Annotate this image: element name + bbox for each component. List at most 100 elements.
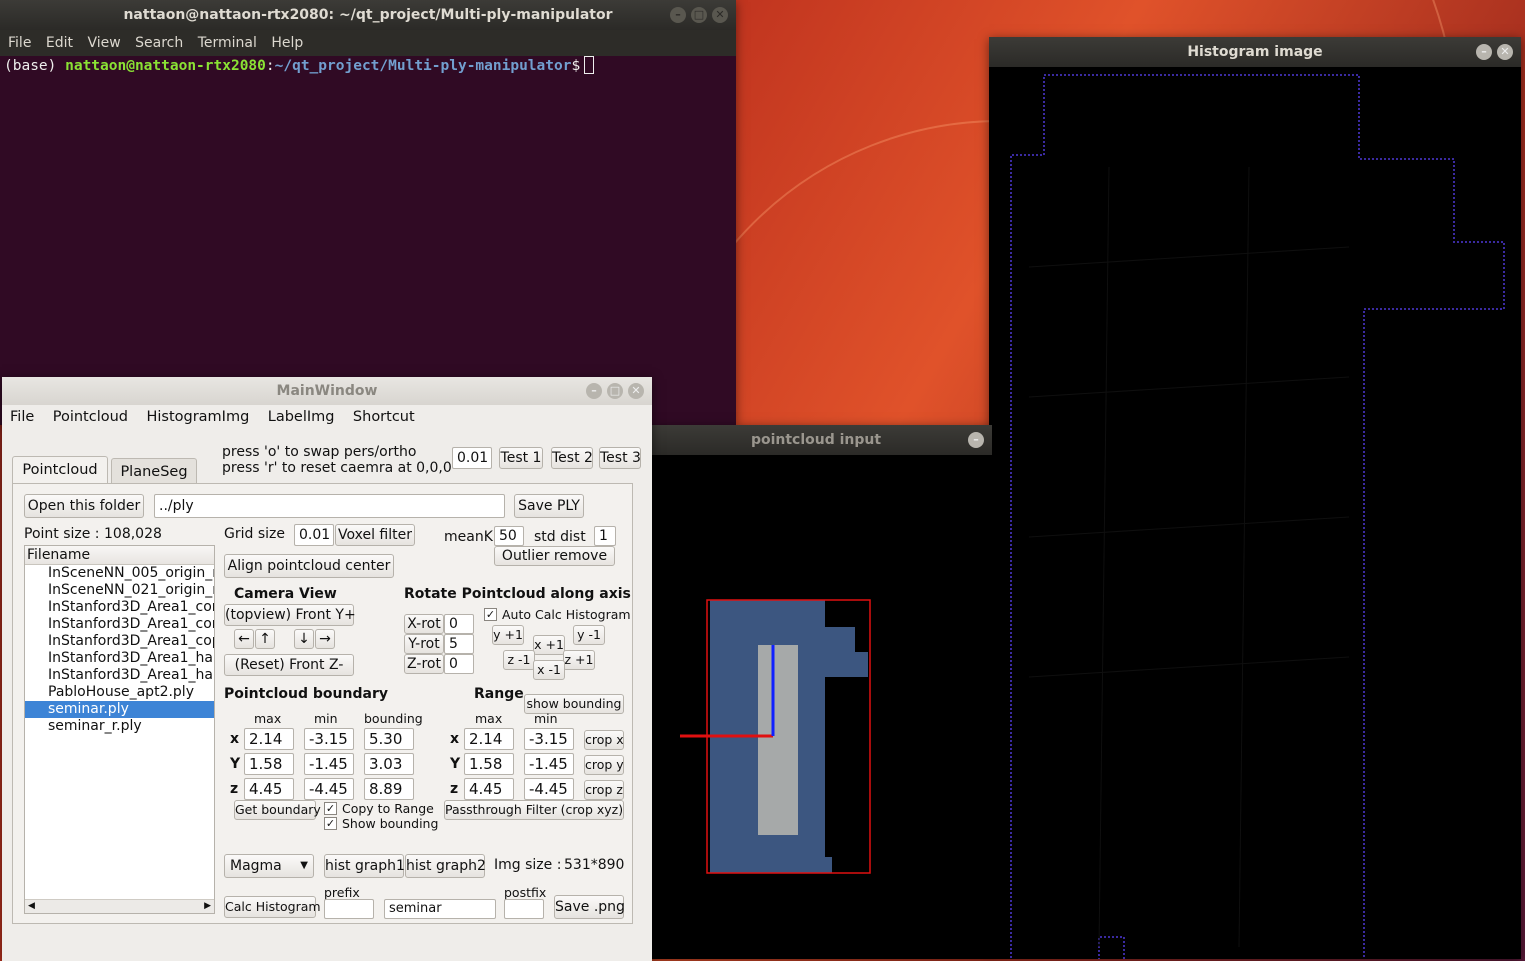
minimize-icon[interactable]: – [968,432,984,448]
minimize-icon[interactable]: – [586,383,602,399]
save-png-button[interactable]: Save .png [554,895,625,919]
close-icon[interactable]: ✕ [1497,44,1513,60]
passthrough-filter-button[interactable]: Passthrough Filter (crop xyz) [444,800,624,820]
bound-y-min[interactable]: -1.45 [304,753,354,775]
camera-right-button[interactable]: → [315,629,335,649]
tab-pointcloud[interactable]: Pointcloud [12,456,108,484]
minimize-icon[interactable]: – [670,7,686,23]
camera-up-button[interactable]: ↑ [255,629,275,649]
crop-x-button[interactable]: crop x [584,730,624,750]
file-list[interactable]: Filename InSceneNN_005_origin_r InSceneN… [24,545,215,914]
outlier-remove-button[interactable]: Outlier remove [494,546,615,566]
horizontal-scrollbar[interactable]: ◀ ▶ [25,899,214,913]
zrot-input[interactable]: 0 [444,654,474,674]
menu-search[interactable]: Search [127,30,183,51]
prefix-input[interactable] [324,899,374,919]
range-x-max[interactable]: 2.14 [464,728,514,750]
xrot-input[interactable]: 0 [444,614,474,634]
list-item[interactable]: PabloHouse_apt2.ply [25,684,214,701]
save-ply-button[interactable]: Save PLY [514,494,584,518]
menu-shortcut[interactable]: Shortcut [345,405,421,425]
bound-y-max[interactable]: 1.58 [244,753,294,775]
hint-ortho: press 'o' to swap pers/ortho [222,444,417,460]
hist-graph1-button[interactable]: hist graph1 [324,854,405,878]
camera-reset-button[interactable]: (Reset) Front Z- [224,654,354,676]
range-y-min[interactable]: -1.45 [524,753,574,775]
bound-z-bounding[interactable]: 8.89 [364,778,414,800]
colormap-select[interactable]: Magma ▼ [224,854,314,878]
close-icon[interactable]: ✕ [628,383,644,399]
menu-histogramimg[interactable]: HistogramImg [138,405,255,425]
align-center-button[interactable]: Align pointcloud center [224,554,394,578]
scroll-right-icon[interactable]: ▶ [204,901,211,911]
maximize-icon[interactable]: □ [607,383,623,399]
menu-help[interactable]: Help [263,30,303,51]
list-item-selected[interactable]: seminar.ply [25,701,214,718]
list-item[interactable]: InSceneNN_005_origin_r [25,565,214,582]
list-item[interactable]: InStanford3D_Area1_cop [25,633,214,650]
bound-z-min[interactable]: -4.45 [304,778,354,800]
bound-x-min[interactable]: -3.15 [304,728,354,750]
tab-planeseg[interactable]: PlaneSeg [111,458,197,484]
menu-view[interactable]: View [79,30,120,51]
menu-pointcloud[interactable]: Pointcloud [45,405,134,425]
scroll-left-icon[interactable]: ◀ [28,901,35,911]
range-z-min[interactable]: -4.45 [524,778,574,800]
test3-button[interactable]: Test 3 [599,447,641,469]
auto-calc-checkbox[interactable]: ✓ [484,608,497,621]
folder-path-input[interactable]: ../ply [154,494,505,518]
meank-input[interactable]: 50 [494,526,524,546]
list-item[interactable]: InStanford3D_Area1_hal [25,667,214,684]
calc-histogram-button[interactable]: Calc Histogram [224,896,321,918]
z-minus-button[interactable]: z -1 [503,650,535,670]
test1-button[interactable]: Test 1 [499,447,543,469]
z-plus-button[interactable]: z +1 [563,650,595,670]
bound-x-max[interactable]: 2.14 [244,728,294,750]
crop-z-button[interactable]: crop z [584,780,624,800]
list-item[interactable]: seminar_r.ply [25,718,214,735]
maximize-icon[interactable]: □ [691,7,707,23]
camera-left-button[interactable]: ← [234,629,254,649]
name-input[interactable]: seminar [384,899,496,919]
menu-file[interactable]: File [2,405,40,425]
test2-button[interactable]: Test 2 [551,447,593,469]
y-minus-button[interactable]: y -1 [573,625,605,645]
yrot-input[interactable]: 5 [444,634,474,654]
close-icon[interactable]: ✕ [712,7,728,23]
crop-y-button[interactable]: crop y [584,755,624,775]
menu-file[interactable]: File [0,30,31,51]
range-z-max[interactable]: 4.45 [464,778,514,800]
get-boundary-button[interactable]: Get boundary [234,800,321,820]
hist-graph2-button[interactable]: hist graph2 [405,854,486,878]
test-value-input[interactable]: 0.01 [452,447,492,469]
x-plus-button[interactable]: x +1 [533,635,565,655]
list-header[interactable]: Filename [25,546,214,565]
list-item[interactable]: InStanford3D_Area1_cor [25,599,214,616]
postfix-input[interactable] [504,899,544,919]
boundary-title: Pointcloud boundary [224,686,388,702]
grid-size-input[interactable]: 0.01 [294,524,334,546]
range-x-min[interactable]: -3.15 [524,728,574,750]
list-item[interactable]: InStanford3D_Area1_hal [25,650,214,667]
open-folder-button[interactable]: Open this folder [24,494,144,518]
camera-top-button[interactable]: (topview) Front Y+ [224,604,356,626]
camera-down-button[interactable]: ↓ [294,629,314,649]
menu-edit[interactable]: Edit [38,30,73,51]
list-item[interactable]: InSceneNN_021_origin_r [25,582,214,599]
range-y-max[interactable]: 1.58 [464,753,514,775]
copy-to-range-checkbox[interactable]: ✓ [324,802,337,815]
bound-z-max[interactable]: 4.45 [244,778,294,800]
menu-labelimg[interactable]: LabelImg [260,405,341,425]
menu-terminal[interactable]: Terminal [190,30,257,51]
pointcloud-view[interactable] [640,455,992,959]
voxel-filter-button[interactable]: Voxel filter [335,524,415,546]
terminal-prompt[interactable]: (base) nattaon@nattaon-rtx2080:~/qt_proj… [4,56,595,74]
list-item[interactable]: InStanford3D_Area1_cor [25,616,214,633]
bound-x-bounding[interactable]: 5.30 [364,728,414,750]
show-bounding-checkbox[interactable]: ✓ [324,817,337,830]
stddist-input[interactable]: 1 [594,526,616,546]
bound-y-bounding[interactable]: 3.03 [364,753,414,775]
y-plus-button[interactable]: y +1 [492,625,524,645]
x-minus-button[interactable]: x -1 [533,660,565,680]
minimize-icon[interactable]: – [1476,44,1492,60]
